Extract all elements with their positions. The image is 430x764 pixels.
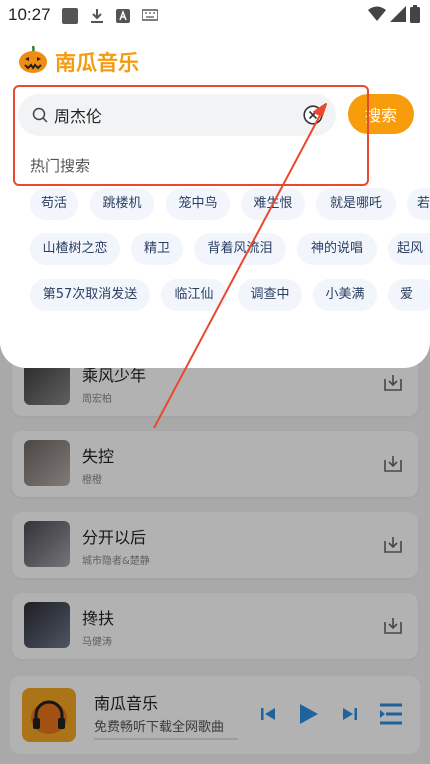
hot-search-title: 热门搜索 [30, 157, 91, 175]
search-icon [32, 107, 48, 123]
hot-tag[interactable]: 就是哪吒 [316, 188, 396, 220]
hot-tag[interactable]: 山楂树之恋 [30, 233, 120, 265]
hot-tag[interactable]: 跳楼机 [90, 188, 154, 220]
keyboard-icon [142, 9, 158, 21]
hot-tag[interactable]: 调查中 [238, 279, 302, 311]
hot-tags-row: 第57次取消发送 临江仙 调查中 小美满 爱 [0, 279, 430, 313]
hot-tag[interactable]: 神的说唱 [297, 233, 377, 265]
search-input[interactable] [54, 102, 294, 128]
hot-tag[interactable]: 笼中鸟 [166, 188, 230, 220]
hot-tag[interactable]: 临江仙 [161, 279, 227, 311]
gallery-icon [62, 8, 78, 24]
hot-tag[interactable]: 背着风流泪 [194, 233, 286, 265]
hot-tag[interactable]: 小美满 [313, 279, 377, 311]
signal-icon [390, 6, 406, 22]
hot-tag[interactable]: 难生恨 [241, 188, 305, 220]
hot-tags-row: 山楂树之恋 精卫 背着风流泪 神的说唱 起风 [0, 233, 430, 267]
search-box [18, 94, 336, 136]
hot-tag[interactable]: 爱 [388, 279, 430, 311]
pumpkin-icon [19, 45, 47, 73]
hot-tag[interactable]: 起风 [388, 233, 430, 265]
download-icon [91, 9, 103, 23]
a-icon [116, 9, 130, 23]
hot-tag[interactable]: 精卫 [131, 233, 183, 265]
battery-icon [410, 5, 420, 23]
clear-icon[interactable] [303, 105, 323, 125]
hot-tag[interactable]: 若 [407, 188, 430, 220]
wifi-icon [368, 6, 386, 21]
search-button[interactable]: 搜索 [348, 94, 414, 134]
status-bar: 10:27 [0, 0, 430, 30]
app-title: 南瓜音乐 [55, 51, 139, 75]
hot-tag[interactable]: 第57次取消发送 [30, 279, 150, 311]
search-panel: 南瓜音乐 搜索 热门搜索 苟活 跳楼机 笼中鸟 难生恨 就是哪吒 若 山楂树之恋… [0, 30, 430, 368]
hot-tags-row: 苟活 跳楼机 笼中鸟 难生恨 就是哪吒 若 [0, 188, 430, 222]
status-time: 10:27 [8, 5, 51, 24]
hot-tag[interactable]: 苟活 [30, 188, 78, 220]
